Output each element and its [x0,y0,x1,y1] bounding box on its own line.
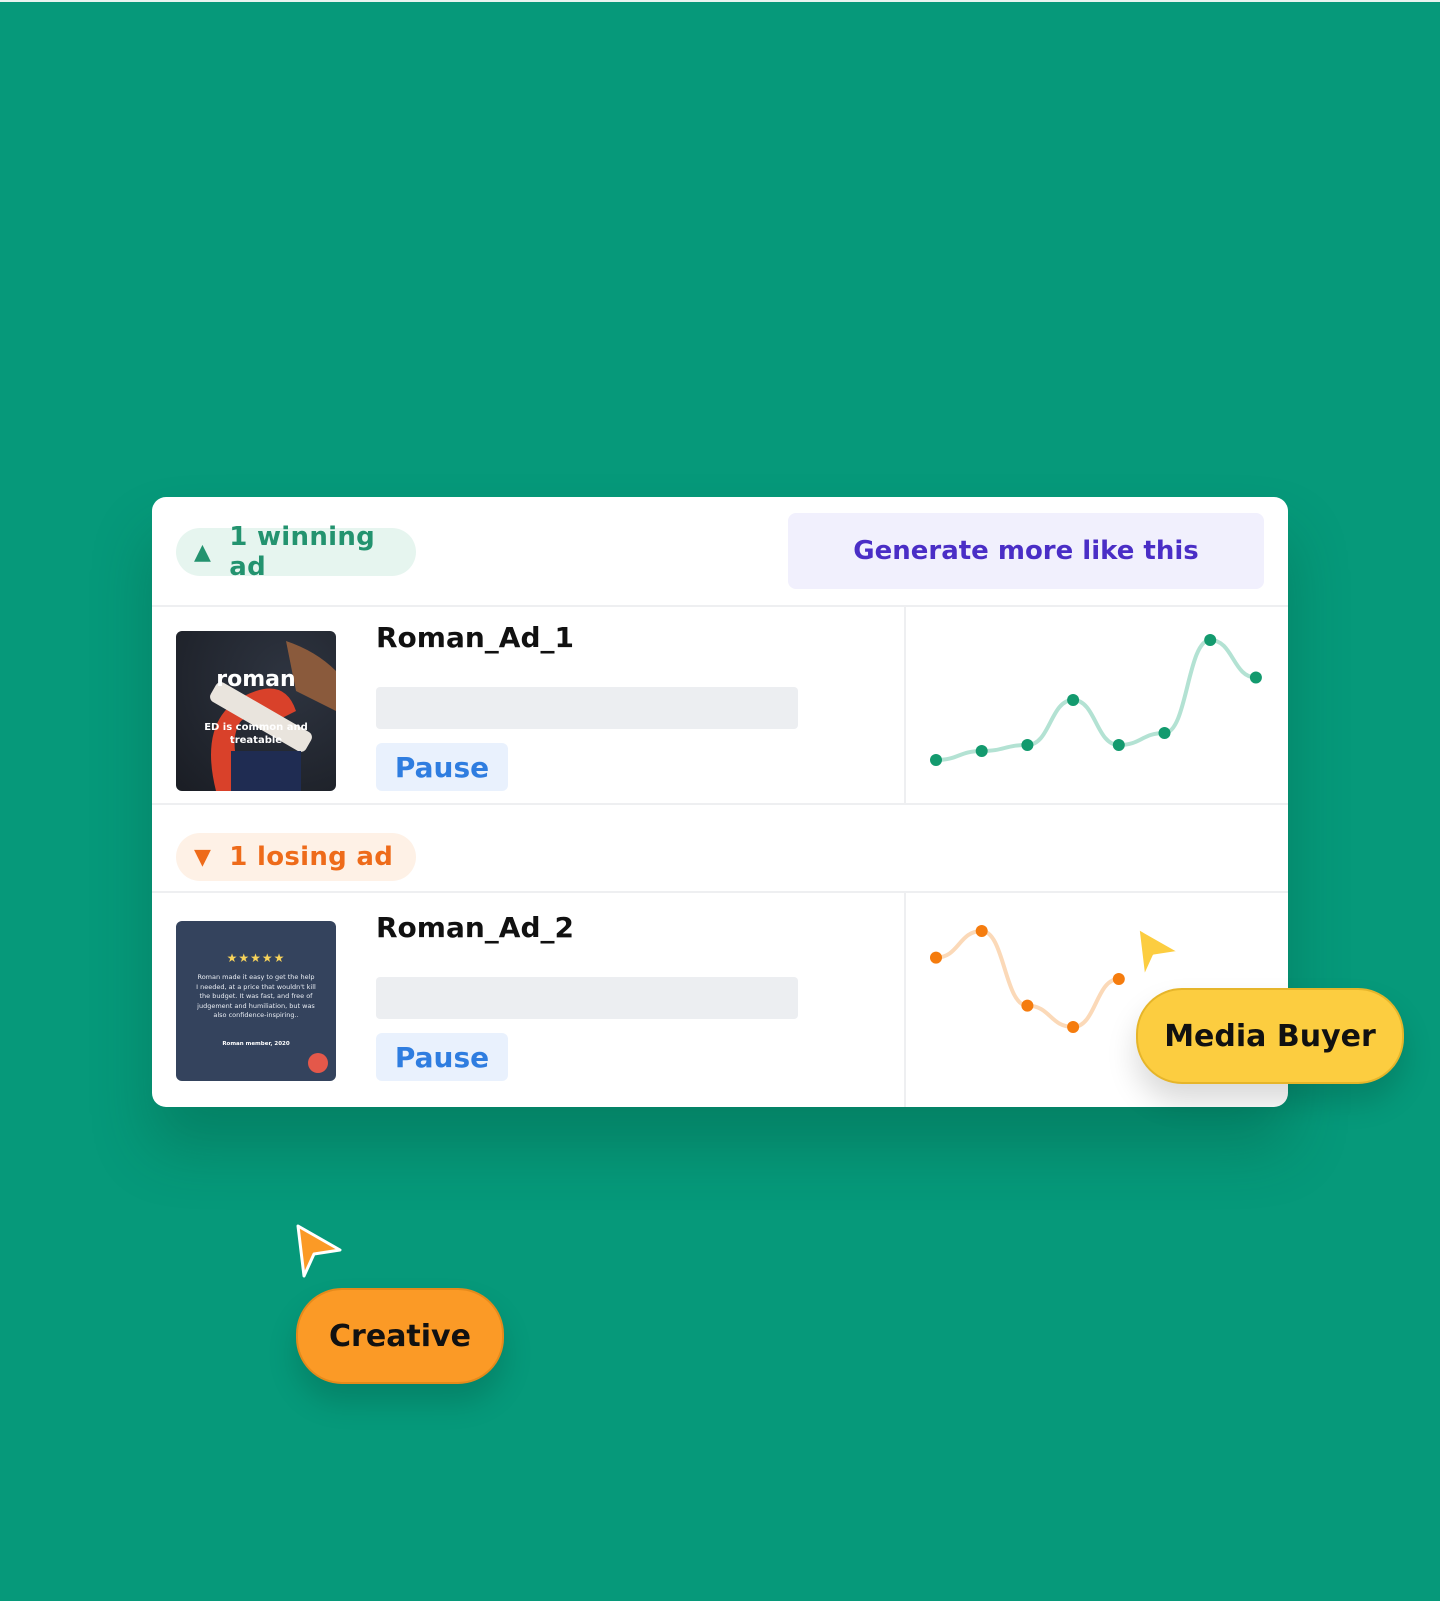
ad-placeholder-bar-1 [376,687,798,729]
stamp-icon [308,1053,328,1073]
trend-chart-winning [930,634,1262,766]
ad-name-1[interactable]: Roman_Ad_1 [376,621,574,654]
losing-ads-label: 1 losing ad [229,842,394,872]
pause-button-1[interactable]: Pause [376,743,508,791]
trend-point [1021,739,1034,751]
trend-point [1204,634,1217,646]
cursor-arrow-icon [296,1224,342,1278]
thumbnail-art [210,641,336,791]
top-border [0,0,1440,2]
trend-point [1112,739,1125,751]
triangle-down-icon: ▼ [194,844,212,870]
trend-point [975,925,988,937]
trend-point [1067,1021,1080,1033]
rating-stars: ★★★★★ [226,951,286,965]
ad-name-2[interactable]: Roman_Ad_2 [376,911,574,944]
trend-point [1249,671,1262,684]
trend-point [1112,973,1125,985]
winning-ads-badge[interactable]: ▲ 1 winning ad [176,522,416,582]
thumbnail-attribution: Roman member, 2020 [222,1041,290,1047]
ad-placeholder-bar-2 [376,977,798,1019]
trend-point [1158,727,1171,739]
media-buyer-badge: Media Buyer [1136,988,1404,1084]
trend-point [975,745,988,757]
pause-button-2[interactable]: Pause [376,1033,508,1081]
trend-line [935,928,1120,1030]
generate-more-button[interactable]: Generate more like this [788,513,1264,589]
losing-ads-badge[interactable]: ▼ 1 losing ad [176,833,416,881]
divider [152,803,1288,805]
triangle-up-icon: ▲ [194,539,212,565]
thumbnail-quote: Roman made it easy to get the help I nee… [196,973,316,1019]
ad-thumbnail-1[interactable]: roman ED is common and treatable [176,631,336,791]
trend-point [1021,999,1034,1012]
creative-badge: Creative [296,1288,504,1384]
trend-point [930,754,942,766]
winning-ads-label: 1 winning ad [229,522,376,582]
trend-line [935,637,1257,762]
trend-point [930,951,942,964]
trend-point [1067,694,1080,706]
ad-thumbnail-2[interactable]: ★★★★★ Roman made it easy to get the help… [176,921,336,1081]
thumbnail-headline: ED is common and treatable [204,722,308,746]
cursor-arrow-icon [1136,926,1182,980]
thumbnail-brand: roman [216,667,296,692]
ad-performance-card: ▲ 1 winning ad Generate more like this r… [152,497,1288,1107]
